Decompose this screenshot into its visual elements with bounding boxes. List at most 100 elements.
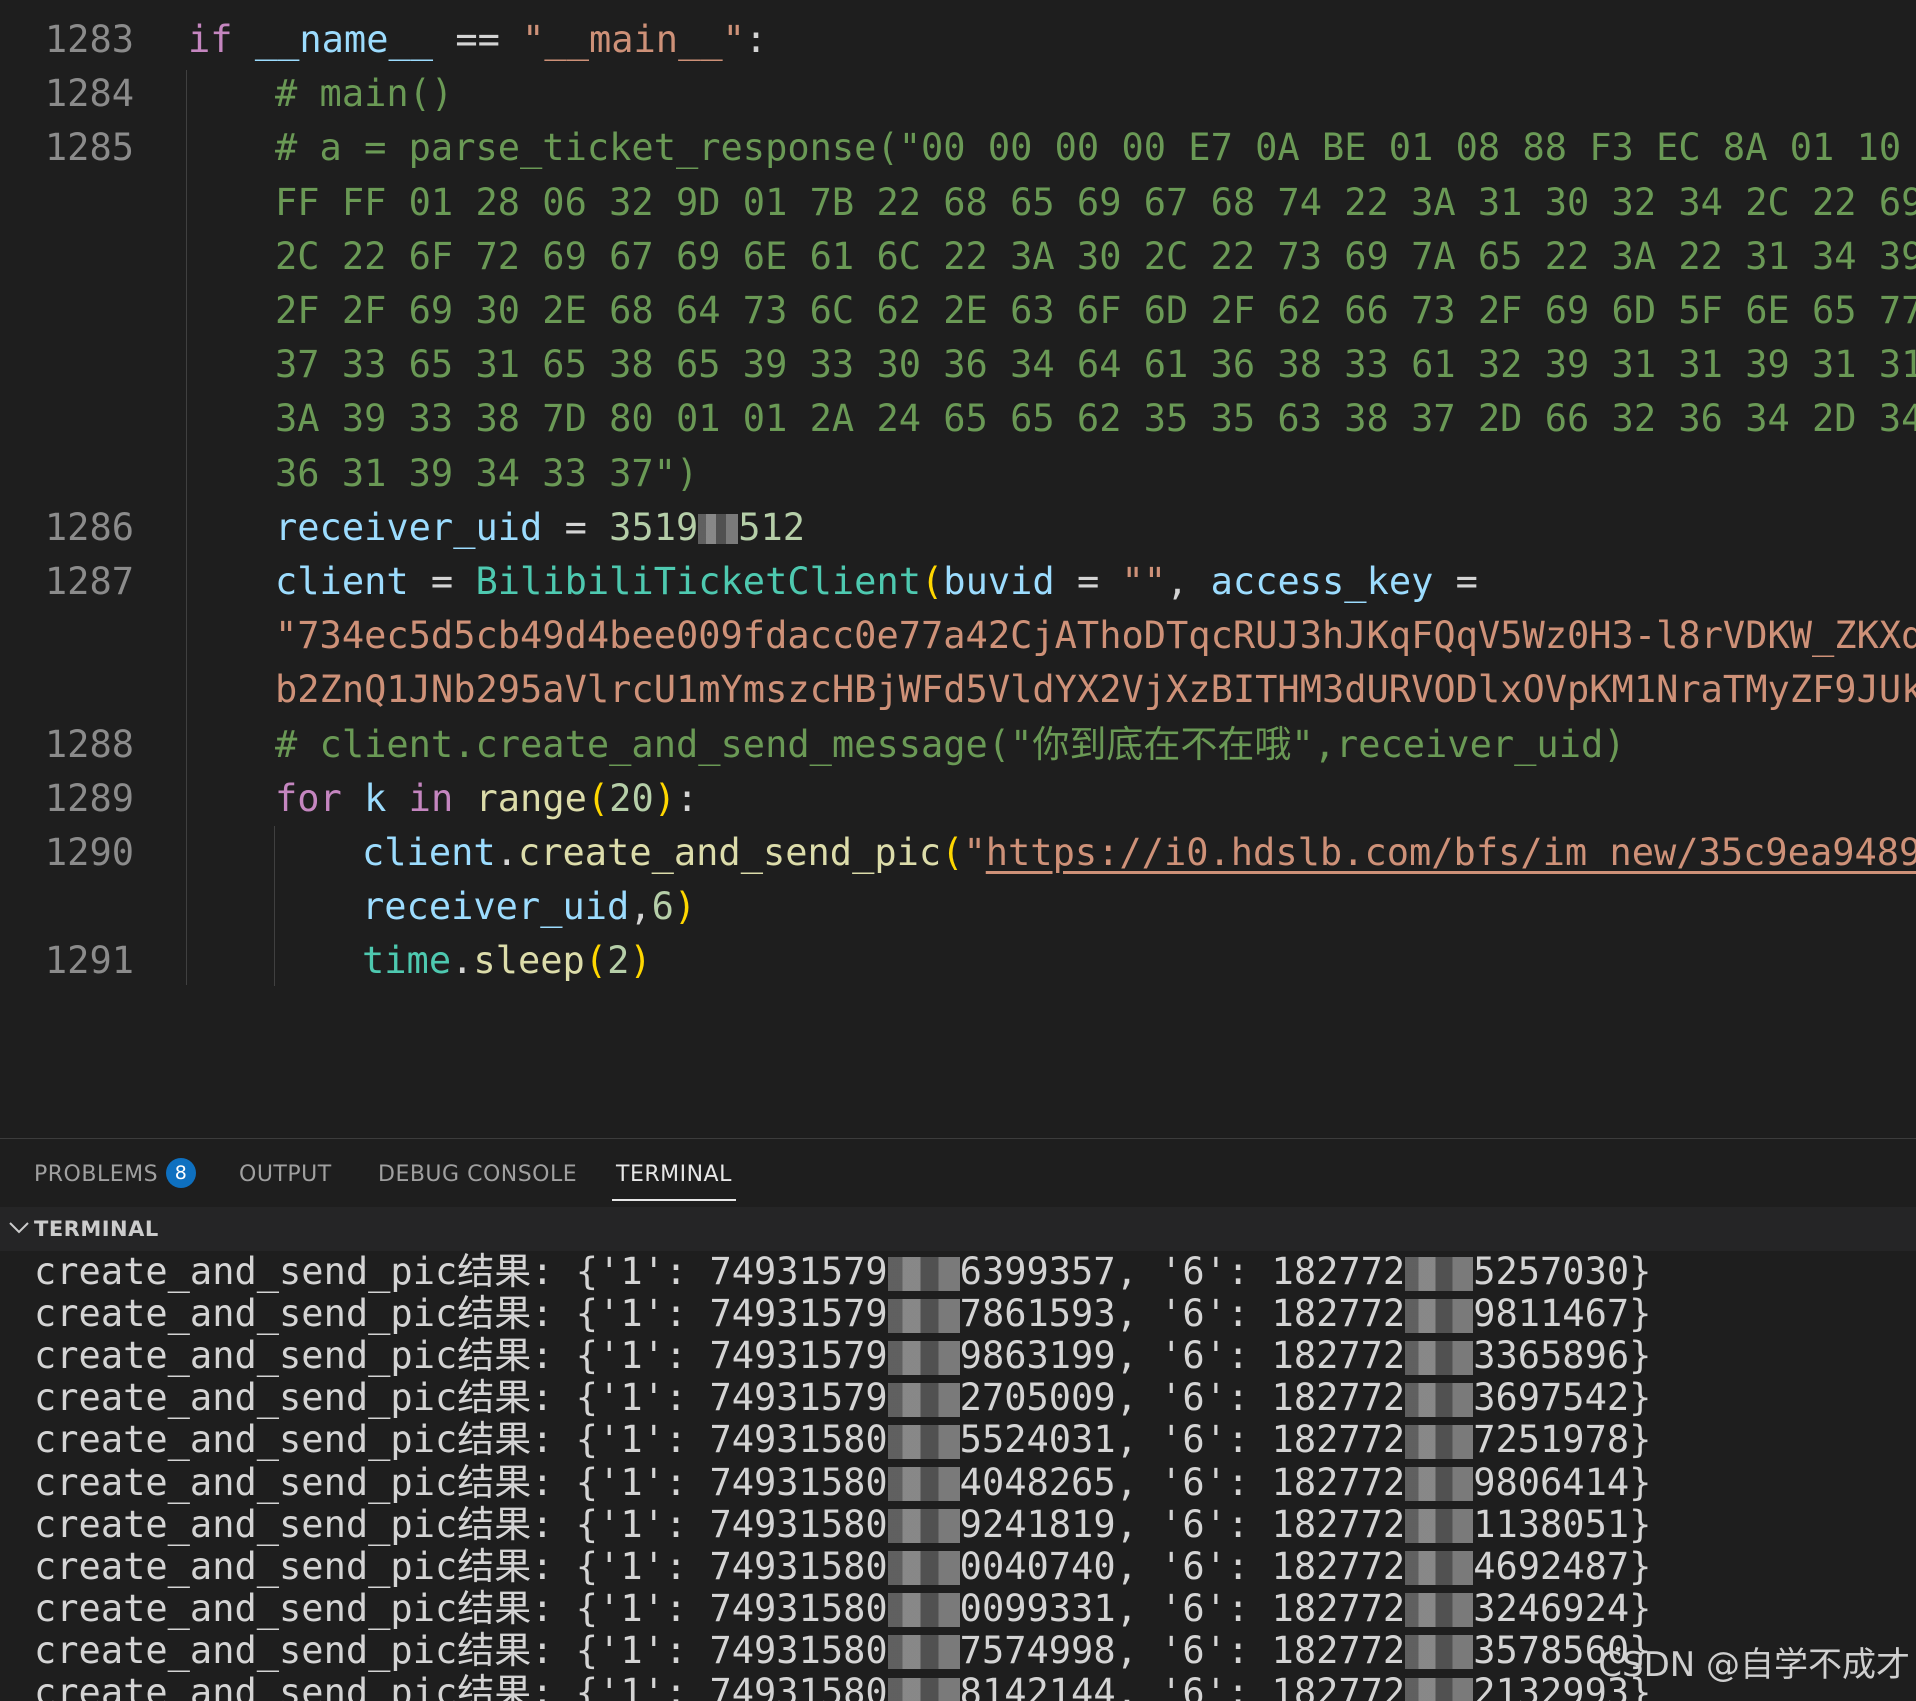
redacted-blur — [888, 1635, 960, 1669]
redacted-blur — [888, 1383, 960, 1417]
code-token: = — [409, 560, 476, 603]
value-part: 182772 — [1272, 1418, 1406, 1461]
terminal-line: create_and_send_pic结果: {'1': 74931580404… — [34, 1462, 1651, 1504]
value-part: 2705009 — [960, 1376, 1116, 1419]
terminal-separator: , '6': — [1116, 1251, 1272, 1293]
redacted-blur — [1405, 1383, 1473, 1417]
redacted-blur — [1405, 1635, 1473, 1669]
panel-tabs: PROBLEMS8 OUTPUT DEBUG CONSOLE TERMINAL — [0, 1139, 1916, 1207]
code-token: 2F 2F 69 30 2E 68 64 73 6C 62 2E 63 6F 6… — [275, 289, 1916, 332]
code-editor[interactable]: 1283if __name__ == "__main__":1284# main… — [0, 0, 1916, 1138]
value-part: 7574998 — [960, 1629, 1116, 1672]
terminal-section-title: TERMINAL — [34, 1207, 159, 1251]
redacted-blur — [698, 514, 738, 544]
terminal-prefix: create_and_send_pic结果: {'1': — [34, 1251, 709, 1293]
code-token: # a = parse_ticket_response("00 00 00 00… — [275, 126, 1916, 169]
code-token: "734ec5d5cb49d4bee009fdacc0e77a42CjAThoD… — [275, 614, 1916, 657]
terminal-separator: , '6': — [1116, 1629, 1272, 1672]
code-token: "__main__" — [522, 18, 745, 61]
value-part: 74931580 — [709, 1503, 887, 1546]
code-text: if __name__ == "__main__": — [188, 13, 767, 67]
code-token: ) — [674, 885, 696, 928]
code-token: # main() — [275, 72, 453, 115]
value-part: 74931580 — [709, 1461, 887, 1504]
code-text: # client.create_and_send_message("你到底在不在… — [275, 718, 1626, 772]
code-token: ( — [921, 560, 943, 603]
terminal-prefix: create_and_send_pic结果: {'1': — [34, 1418, 709, 1461]
terminal-line: create_and_send_pic结果: {'1': 74931580757… — [34, 1630, 1651, 1672]
code-token[interactable]: https://i0.hdslb.com/bfs/im_new/35c9ea94… — [986, 831, 1916, 874]
indent-guide-inner — [274, 826, 275, 986]
code-token: = — [1433, 560, 1478, 603]
code-token: , — [629, 885, 651, 928]
terminal-line: create_and_send_pic结果: {'1': 74931580009… — [34, 1588, 1651, 1630]
value-part: 74931579 — [709, 1376, 887, 1419]
terminal-line: create_and_send_pic结果: {'1': 74931579270… — [34, 1377, 1651, 1419]
line-number: 1286 — [0, 501, 134, 555]
value-part: 5524031 — [960, 1418, 1116, 1461]
code-token: 512 — [738, 506, 805, 549]
terminal-separator: , '6': — [1116, 1376, 1272, 1419]
code-text: time.sleep(2) — [362, 934, 652, 988]
redacted-blur — [1405, 1593, 1473, 1627]
tab-debug-console[interactable]: DEBUG CONSOLE — [378, 1139, 577, 1207]
terminal-separator: , '6': — [1116, 1461, 1272, 1504]
value-part: 0099331 — [960, 1587, 1116, 1630]
chevron-down-icon[interactable] — [6, 1213, 32, 1243]
line-number: 1283 — [0, 13, 134, 67]
code-text: "734ec5d5cb49d4bee009fdacc0e77a42CjAThoD… — [275, 609, 1916, 663]
problems-count-badge: 8 — [166, 1158, 196, 1188]
code-token: ( — [587, 777, 609, 820]
code-token: BilibiliTicketClient — [475, 560, 921, 603]
indent-guide — [186, 70, 187, 985]
value-part: 9811467 — [1473, 1292, 1629, 1335]
value-part: 5257030 — [1473, 1251, 1629, 1293]
terminal-separator: , '6': — [1116, 1418, 1272, 1461]
value-part: 182772 — [1272, 1629, 1406, 1672]
redacted-blur — [888, 1593, 960, 1627]
tab-terminal-label: TERMINAL — [616, 1162, 732, 1187]
line-number: 1288 — [0, 718, 134, 772]
code-token: 6 — [652, 885, 674, 928]
redacted-blur — [1405, 1341, 1473, 1375]
line-number: 1287 — [0, 555, 134, 609]
code-token: 3A 39 33 38 7D 80 01 01 2A 24 65 65 62 3… — [275, 397, 1916, 440]
terminal-section-header[interactable]: TERMINAL — [0, 1207, 1916, 1251]
value-part: 4048265 — [960, 1461, 1116, 1504]
code-token: " — [963, 831, 985, 874]
tab-output[interactable]: OUTPUT — [239, 1139, 332, 1207]
tab-terminal[interactable]: TERMINAL — [616, 1139, 732, 1207]
code-token: b2ZnQ1JNb295aVlrcU1mYmszcHBjWFd5VldYX2Vj… — [275, 668, 1916, 711]
value-part: 74931580 — [709, 1671, 887, 1701]
redacted-blur — [888, 1257, 960, 1291]
code-token: ( — [585, 939, 607, 982]
code-text: for k in range(20): — [275, 772, 698, 826]
code-token: "" — [1122, 560, 1167, 603]
value-part: 182772 — [1272, 1545, 1406, 1588]
terminal-line: create_and_send_pic结果: {'1': 74931579786… — [34, 1293, 1651, 1335]
terminal-line: create_and_send_pic结果: {'1': 74931580004… — [34, 1546, 1651, 1588]
code-token: == — [433, 18, 522, 61]
terminal-prefix: create_and_send_pic结果: {'1': — [34, 1629, 709, 1672]
terminal-line: create_and_send_pic结果: {'1': 74931579639… — [34, 1251, 1651, 1293]
line-number: 1289 — [0, 772, 134, 826]
code-token: FF FF 01 28 06 32 9D 01 7B 22 68 65 69 6… — [275, 181, 1916, 224]
bottom-panel: PROBLEMS8 OUTPUT DEBUG CONSOLE TERMINAL … — [0, 1138, 1916, 1701]
value-part: 182772 — [1272, 1376, 1406, 1419]
code-text: 2C 22 6F 72 69 67 69 6E 61 6C 22 3A 30 2… — [275, 230, 1916, 284]
value-part: 74931580 — [709, 1418, 887, 1461]
value-part: 74931579 — [709, 1292, 887, 1335]
terminal-output[interactable]: create_and_send_pic结果: {'1': 74931579639… — [0, 1251, 1916, 1701]
terminal-prefix: create_and_send_pic结果: {'1': — [34, 1587, 709, 1630]
code-token: 2 — [607, 939, 629, 982]
code-token: for — [275, 777, 364, 820]
code-text: FF FF 01 28 06 32 9D 01 7B 22 68 65 69 6… — [275, 176, 1916, 230]
code-token: in — [386, 777, 475, 820]
code-token: k — [364, 777, 386, 820]
terminal-prefix: create_and_send_pic结果: {'1': — [34, 1503, 709, 1546]
tab-output-label: OUTPUT — [239, 1162, 332, 1187]
tab-problems[interactable]: PROBLEMS8 — [34, 1139, 196, 1207]
code-token: : — [745, 18, 767, 61]
code-token: , — [1166, 560, 1211, 603]
redacted-blur — [1405, 1257, 1473, 1291]
